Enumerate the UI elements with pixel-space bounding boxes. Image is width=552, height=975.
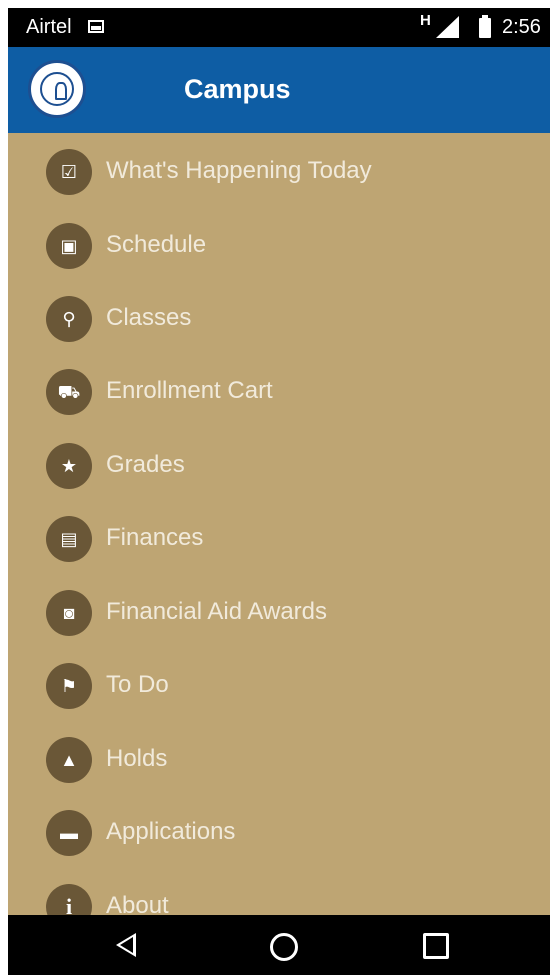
menu-item-label: About [106, 892, 169, 915]
status-time: 2:56 [502, 16, 541, 38]
carrier-name: Airtel [26, 16, 72, 38]
info-icon: i [46, 884, 92, 915]
status-bar: Airtel H 2:56 [8, 8, 550, 47]
wheat-emblem-icon [55, 82, 67, 100]
menu-item-label: Finances [106, 524, 204, 551]
battery-icon [479, 15, 491, 38]
menu-item-whats-happening-today[interactable]: ☑ What's Happening Today [8, 136, 550, 209]
menu-item-financial-aid-awards[interactable]: ◙ Financial Aid Awards [8, 577, 550, 650]
image-notification-icon [88, 20, 104, 33]
chat-icon: ▬ [46, 810, 92, 856]
cart-add-icon: ⛟ [46, 369, 92, 415]
warning-icon: ▲ [46, 737, 92, 783]
flag-icon: ⚑ [46, 663, 92, 709]
menu-item-label: Classes [106, 304, 192, 331]
search-icon: ⚲ [46, 296, 92, 342]
page-title: Campus [184, 74, 291, 104]
recents-icon[interactable] [423, 933, 449, 959]
star-icon: ★ [46, 443, 92, 489]
menu-item-label: Schedule [106, 231, 207, 258]
menu-item-applications[interactable]: ▬ Applications [8, 797, 550, 870]
menu-item-label: What's Happening Today [106, 157, 372, 184]
system-navigation-bar [8, 915, 550, 975]
menu-item-holds[interactable]: ▲ Holds [8, 724, 550, 797]
menu-item-to-do[interactable]: ⚑ To Do [8, 650, 550, 723]
seal-inner-ring [40, 72, 74, 106]
menu-item-label: Holds [106, 745, 168, 772]
menu-item-grades[interactable]: ★ Grades [8, 430, 550, 503]
menu-item-label: Applications [106, 818, 236, 845]
menu-item-label: Financial Aid Awards [106, 598, 328, 625]
wallet-icon: ▤ [46, 516, 92, 562]
college-seal-logo[interactable] [28, 60, 86, 118]
camera-icon: ◙ [46, 590, 92, 636]
home-icon[interactable] [270, 933, 298, 961]
phone-screen: Airtel H 2:56 Campus ☑ What's Happening … [8, 8, 550, 975]
navigation-menu: ☑ What's Happening Today ▣ Schedule ⚲ Cl… [8, 133, 550, 915]
menu-item-about[interactable]: i About [8, 871, 550, 915]
menu-item-label: Grades [106, 451, 185, 478]
menu-item-label: Enrollment Cart [106, 377, 273, 404]
signal-icon [436, 16, 459, 38]
menu-item-enrollment-cart[interactable]: ⛟ Enrollment Cart [8, 356, 550, 429]
calendar-check-icon: ☑ [46, 149, 92, 195]
menu-item-label: To Do [106, 671, 169, 698]
menu-item-classes[interactable]: ⚲ Classes [8, 283, 550, 356]
app-bar: Campus [8, 47, 550, 133]
network-type: H [420, 12, 431, 29]
menu-item-finances[interactable]: ▤ Finances [8, 503, 550, 576]
calendar-icon: ▣ [46, 223, 92, 269]
menu-item-schedule[interactable]: ▣ Schedule [8, 210, 550, 283]
back-icon[interactable] [116, 933, 136, 957]
